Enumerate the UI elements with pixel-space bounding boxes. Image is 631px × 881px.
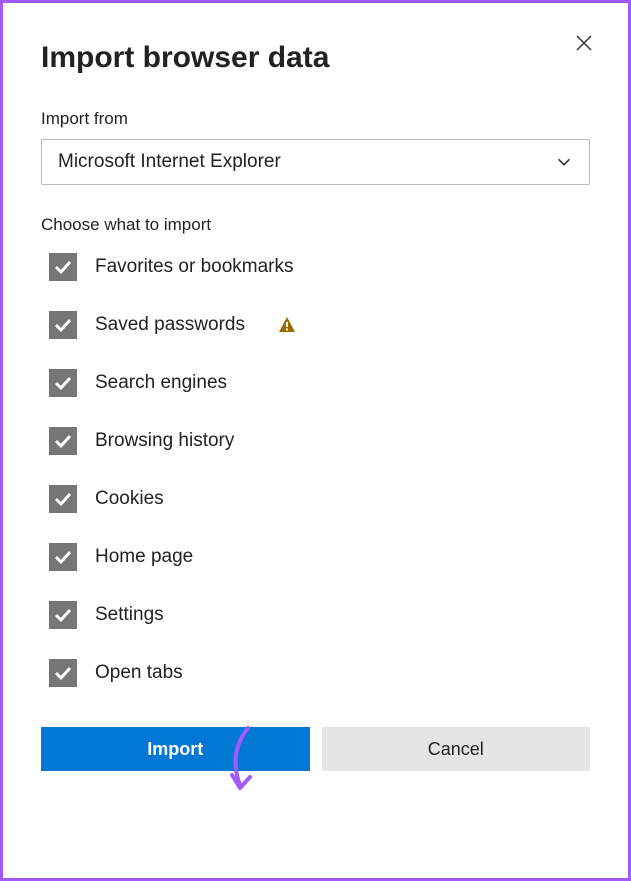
check-icon [53, 547, 73, 567]
checkbox-item-homepage: Home page [49, 543, 590, 571]
warning-icon [277, 315, 297, 335]
checkbox-list: Favorites or bookmarks Saved passwords S… [49, 253, 590, 687]
checkbox-homepage[interactable] [49, 543, 77, 571]
checkbox-item-cookies: Cookies [49, 485, 590, 513]
import-browser-data-dialog: Import browser data Import from Microsof… [13, 13, 618, 868]
checkbox-item-passwords: Saved passwords [49, 311, 590, 339]
import-button[interactable]: Import [41, 727, 310, 771]
cancel-button[interactable]: Cancel [322, 727, 591, 771]
checkbox-label: Cookies [95, 488, 164, 510]
checkbox-settings[interactable] [49, 601, 77, 629]
check-icon [53, 663, 73, 683]
dialog-title: Import browser data [41, 41, 590, 75]
checkbox-item-favorites: Favorites or bookmarks [49, 253, 590, 281]
chevron-down-icon [555, 153, 573, 171]
check-icon [53, 605, 73, 625]
checkbox-open-tabs[interactable] [49, 659, 77, 687]
checkbox-history[interactable] [49, 427, 77, 455]
choose-what-label: Choose what to import [41, 215, 590, 235]
checkbox-label: Browsing history [95, 430, 234, 452]
checkbox-item-settings: Settings [49, 601, 590, 629]
checkbox-label: Open tabs [95, 662, 183, 684]
checkbox-favorites[interactable] [49, 253, 77, 281]
check-icon [53, 315, 73, 335]
checkbox-label: Settings [95, 604, 164, 626]
checkbox-search-engines[interactable] [49, 369, 77, 397]
checkbox-passwords[interactable] [49, 311, 77, 339]
check-icon [53, 431, 73, 451]
checkbox-item-open-tabs: Open tabs [49, 659, 590, 687]
checkbox-item-search-engines: Search engines [49, 369, 590, 397]
checkbox-label: Favorites or bookmarks [95, 256, 294, 278]
check-icon [53, 489, 73, 509]
checkbox-label: Home page [95, 546, 193, 568]
checkbox-item-history: Browsing history [49, 427, 590, 455]
import-from-dropdown[interactable]: Microsoft Internet Explorer [41, 139, 590, 185]
close-icon [574, 33, 594, 53]
checkbox-label: Search engines [95, 372, 227, 394]
check-icon [53, 373, 73, 393]
button-row: Import Cancel [41, 727, 590, 771]
dropdown-selected-value: Microsoft Internet Explorer [58, 151, 281, 173]
checkbox-cookies[interactable] [49, 485, 77, 513]
import-from-label: Import from [41, 109, 590, 129]
check-icon [53, 257, 73, 277]
checkbox-label: Saved passwords [95, 314, 245, 336]
close-button[interactable] [570, 29, 598, 57]
